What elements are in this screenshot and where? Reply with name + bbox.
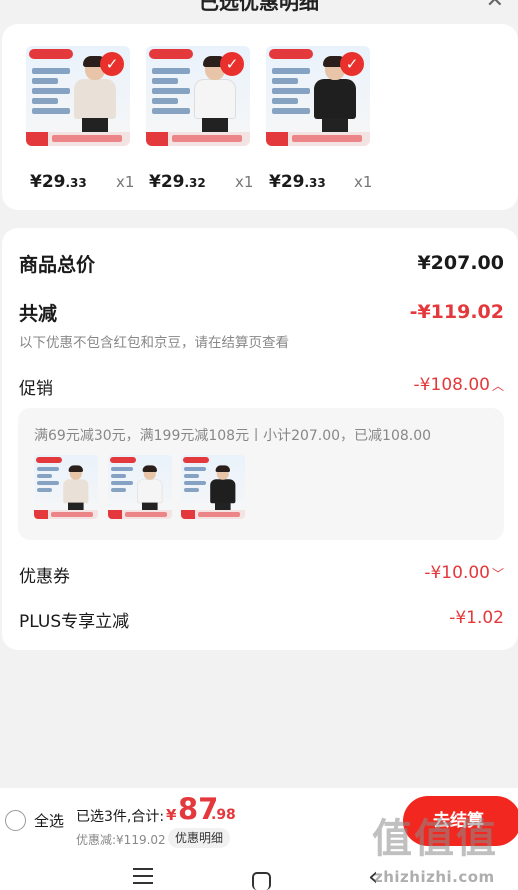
product-qty: x1 [235,173,254,191]
header: 已选优惠明细 ✕ [0,0,518,22]
brand-tag [269,49,313,59]
promo-value: -¥108.00 [413,375,490,395]
header-title: 已选优惠明细 [199,0,319,14]
checked-icon[interactable]: ✓ [220,52,244,76]
coupon-label: 优惠券 [19,567,70,587]
product-price: ¥29.32 [149,172,206,192]
selected-summary: 已选3件,合计: [76,809,165,825]
discount-summary-card: 商品总价 ¥207.00 共减 -¥119.02 以下优惠不包含红包和京豆，请在… [2,228,518,650]
promo-detail-text: 满69元减30元，满199元减108元丨小计207.00，已减108.00 [34,428,432,444]
promo-detail-box: 满69元减30元，满199元减108元丨小计207.00，已减108.00 [18,408,504,540]
back-icon[interactable]: ‹ [368,862,378,890]
discount-total: 优惠减:¥119.02 [76,833,166,847]
discount-detail-button[interactable]: 优惠明细 [168,828,231,848]
product-price: ¥29.33 [269,172,326,192]
checkout-bar: 全选 已选3件,合计: ¥ 87 .98 优惠减:¥119.02 优惠明细 去结… [0,788,518,850]
reduce-label: 共减 [19,303,58,325]
select-all-checkbox[interactable] [5,810,26,831]
checked-icon[interactable]: ✓ [100,52,124,76]
chevron-up-icon: ︿ [491,379,504,393]
pay-decimals: .98 [211,807,236,823]
discount-hint: 以下优惠不包含红包和京豆，请在结算页查看 [19,335,289,351]
product-image: ✓ [146,46,250,146]
product-item[interactable]: ✓ [146,46,250,146]
price-banner [266,132,370,146]
brand-tag [149,49,193,59]
product-image: ✓ [26,46,130,146]
checkout-button[interactable]: 去结算 [403,796,518,846]
total-label: 商品总价 [19,254,96,276]
product-qty: x1 [354,173,373,191]
menu-icon[interactable] [133,868,153,889]
product-item[interactable]: ✓ [266,46,370,146]
coupon-toggle[interactable]: -¥10.00 ﹀ [424,563,504,583]
checked-icon[interactable]: ✓ [340,52,364,76]
coupon-value: -¥10.00 [424,563,490,583]
promo-toggle[interactable]: -¥108.00 ︿ [414,375,504,395]
system-nav-bar: ‹ [0,850,518,890]
product-price: ¥29.33 [30,172,87,192]
product-item[interactable]: ✓ [26,46,130,146]
brand-tag [29,49,73,59]
plus-label: PLUS专享立减 [19,612,130,632]
product-image: ✓ [266,46,370,146]
pay-currency: ¥ [166,806,177,824]
plus-value: -¥1.02 [449,608,504,628]
product-qty: x1 [116,173,135,191]
chevron-down-icon: ﹀ [491,567,504,581]
reduce-value: -¥119.02 [409,301,504,323]
price-banner [26,132,130,146]
product-list-card: ✓ ¥29.33 x1 ✓ ¥29.32 x1 ✓ ¥29.33 x1 [2,24,518,210]
price-banner [146,132,250,146]
total-value: ¥207.00 [417,252,504,274]
product-info-graphic [32,68,70,118]
promo-label: 促销 [19,379,53,399]
home-icon[interactable] [252,872,271,890]
product-info-graphic [272,68,310,118]
select-all-label[interactable]: 全选 [34,810,64,831]
promo-product-thumb [34,455,98,519]
close-icon[interactable]: ✕ [486,0,504,13]
promo-product-thumb [108,455,172,519]
product-info-graphic [152,68,190,118]
promo-product-thumb [181,455,245,519]
